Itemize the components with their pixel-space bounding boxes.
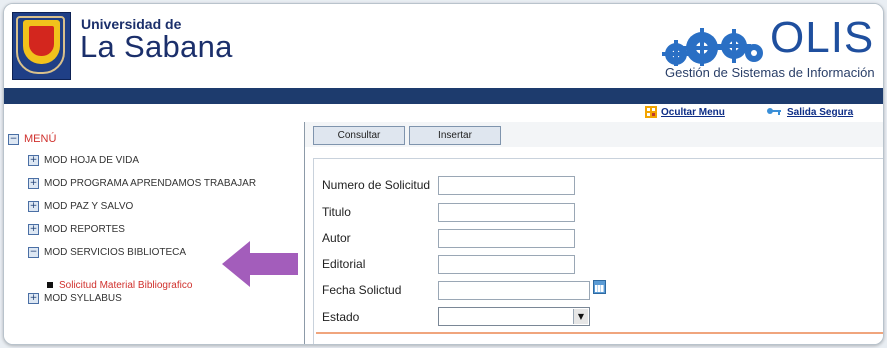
sidebar-menu: − MENÚ + MOD HOJA DE VIDA + MOD PROGRAMA AP… xyxy=(4,122,305,344)
header: Universidad de La Sabana OLIS Gestión de… xyxy=(4,4,883,88)
university-crest-logo xyxy=(12,12,71,80)
collapse-icon[interactable]: − xyxy=(28,247,39,258)
sidebar-subitem-solicitud-material[interactable]: Solicitud Material Bibliografico xyxy=(47,280,192,291)
collapse-icon[interactable]: − xyxy=(8,133,19,145)
brand-olis: OLIS xyxy=(770,13,875,62)
sidebar-item-aprendamos-trabajar[interactable]: + MOD PROGRAMA APRENDAMOS TRABAJAR xyxy=(28,178,256,189)
secure-exit-link[interactable]: Salida Segura xyxy=(787,107,853,118)
navbar-link-strip xyxy=(4,104,883,121)
consult-button[interactable]: Consultar xyxy=(313,126,405,145)
status-select[interactable]: ▼ xyxy=(438,307,590,326)
bullet-icon xyxy=(47,282,53,289)
chevron-down-icon[interactable]: ▼ xyxy=(573,309,588,324)
request-date-input[interactable] xyxy=(438,281,590,300)
title-label: Titulo xyxy=(322,205,351,219)
request-number-input[interactable] xyxy=(438,176,575,195)
status-label: Estado xyxy=(322,310,360,324)
sidebar-item-hoja-de-vida[interactable]: + MOD HOJA DE VIDA xyxy=(28,155,139,166)
sidebar-item-paz-y-salvo[interactable]: + MOD PAZ Y SALVO xyxy=(28,201,133,212)
app-window: Universidad de La Sabana OLIS Gestión de… xyxy=(3,3,884,345)
author-input[interactable] xyxy=(438,229,575,248)
request-date-label: Fecha Solictud xyxy=(322,283,402,297)
sidebar-item-syllabus[interactable]: + MOD SYLLABUS xyxy=(28,293,122,304)
expand-icon[interactable]: + xyxy=(28,293,39,304)
expand-icon[interactable]: + xyxy=(28,178,39,189)
request-number-label: Numero de Solicitud xyxy=(322,178,431,192)
author-label: Autor xyxy=(322,231,351,245)
search-form: Numero de Solicitud Titulo Autor Editori… xyxy=(313,158,883,344)
university-name-line2: La Sabana xyxy=(80,29,233,64)
publisher-input[interactable] xyxy=(438,255,575,274)
brand-subtitle: Gestión de Sistemas de Información xyxy=(665,65,875,80)
gears-logo-icon xyxy=(662,28,763,66)
sidebar-item-servicios-biblioteca[interactable]: − MOD SERVICIOS BIBLIOTECA xyxy=(28,247,186,258)
toolbar: Consultar Insertar xyxy=(305,122,883,147)
calendar-icon[interactable] xyxy=(593,280,606,294)
menu-title[interactable]: − MENÚ xyxy=(8,133,56,145)
left-arrow-icon xyxy=(222,241,298,287)
publisher-label: Editorial xyxy=(322,257,366,271)
expand-icon[interactable]: + xyxy=(28,224,39,235)
key-icon[interactable] xyxy=(766,106,782,118)
insert-button[interactable]: Insertar xyxy=(409,126,501,145)
hide-menu-icon[interactable] xyxy=(645,106,657,118)
main-content: Consultar Insertar Numero de Solicitud T… xyxy=(305,122,883,344)
sidebar-item-reportes[interactable]: + MOD REPORTES xyxy=(28,224,125,235)
expand-icon[interactable]: + xyxy=(28,201,39,212)
divider xyxy=(316,332,883,334)
expand-icon[interactable]: + xyxy=(28,155,39,166)
hide-menu-link[interactable]: Ocultar Menu xyxy=(661,107,725,118)
title-input[interactable] xyxy=(438,203,575,222)
